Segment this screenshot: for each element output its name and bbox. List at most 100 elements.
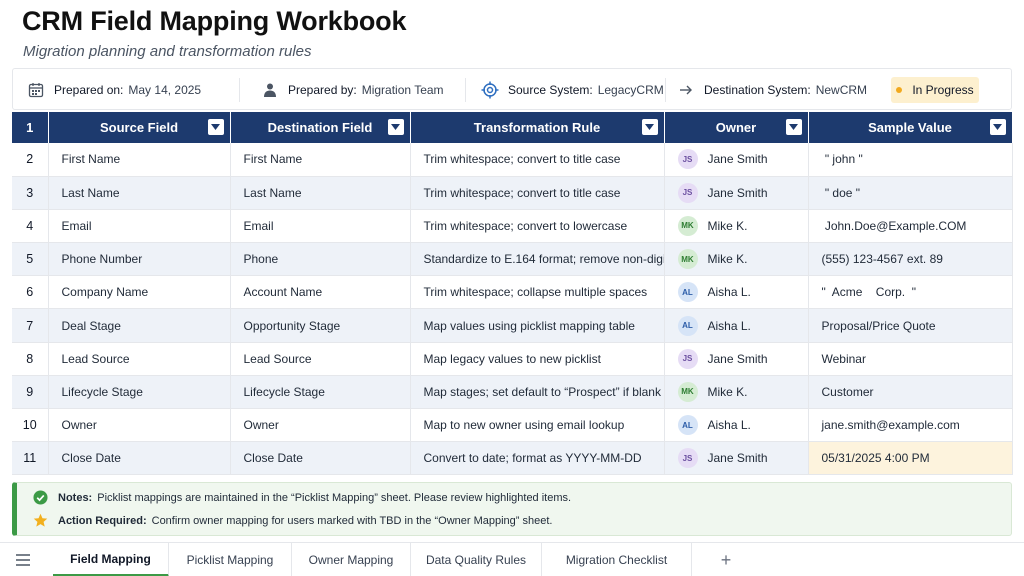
transformation-rule-cell[interactable]: Trim whitespace; convert to title case bbox=[410, 143, 665, 177]
sample-value-cell[interactable]: Webinar bbox=[808, 342, 1013, 376]
destination-field-cell[interactable]: Lifecycle Stage bbox=[230, 375, 411, 410]
destination-field-cell[interactable]: First Name bbox=[230, 143, 411, 177]
row-number[interactable]: 8 bbox=[12, 342, 49, 376]
row-number-text: 6 bbox=[26, 285, 34, 300]
table-header-row: 1 Source Field Destination Field Transfo… bbox=[12, 112, 1013, 143]
sample-value-cell-text: " doe " bbox=[821, 185, 861, 200]
sample-value-cell[interactable]: jane.smith@example.com bbox=[808, 408, 1013, 443]
row-number[interactable]: 3 bbox=[12, 176, 49, 210]
row-number-text: 8 bbox=[26, 351, 34, 366]
add-sheet-button[interactable]: + bbox=[712, 543, 740, 576]
table-row[interactable]: 10 Owner Owner Map to new owner using email… bbox=[12, 408, 1013, 443]
sample-value-cell[interactable]: Proposal/Price Quote bbox=[808, 308, 1013, 343]
sample-value-cell[interactable]: " john " bbox=[808, 143, 1013, 177]
tab-picklist-mapping[interactable]: Picklist Mapping bbox=[169, 543, 292, 576]
table-row[interactable]: 7 Deal Stage Opportunity Stage Map values u… bbox=[12, 308, 1013, 343]
tab-migration-checklist[interactable]: Migration Checklist bbox=[542, 543, 692, 576]
destination-field-cell[interactable]: Email bbox=[230, 209, 411, 244]
row-number[interactable]: 5 bbox=[12, 242, 49, 277]
table-row[interactable]: 4 Email Email Trim whitespace; convert to l… bbox=[12, 209, 1013, 244]
table-row[interactable]: 2 First Name First Name Trim whitespace; co… bbox=[12, 143, 1013, 177]
star-icon bbox=[33, 513, 49, 529]
destination-field-cell[interactable]: Close Date bbox=[230, 441, 411, 476]
column-header-owner[interactable]: Owner bbox=[664, 112, 809, 143]
transformation-rule-cell[interactable]: Map legacy values to new picklist bbox=[410, 342, 665, 376]
row-number[interactable]: 4 bbox=[12, 209, 49, 244]
transformation-rule-cell[interactable]: Trim whitespace; convert to lowercase bbox=[410, 209, 665, 244]
table-row[interactable]: 8 Lead Source Lead Source Map legacy values… bbox=[12, 342, 1013, 376]
owner-cell[interactable]: MK Mike K. bbox=[664, 375, 809, 410]
filter-dropdown-icon[interactable] bbox=[989, 119, 1006, 135]
sample-value-cell[interactable]: (555) 123-4567 ext. 89 bbox=[808, 242, 1013, 277]
source-field-cell[interactable]: First Name bbox=[48, 143, 231, 177]
source-field-cell[interactable]: Phone Number bbox=[48, 242, 231, 277]
transformation-rule-cell[interactable]: Convert to date; format as YYYY-MM-DD bbox=[410, 441, 665, 476]
source-field-cell[interactable]: Email bbox=[48, 209, 231, 244]
destination-field-cell-text: Account Name bbox=[243, 285, 323, 300]
owner-cell[interactable]: AL Aisha L. bbox=[664, 408, 809, 443]
filter-dropdown-icon[interactable] bbox=[785, 119, 802, 135]
owner-cell[interactable]: JS Jane Smith bbox=[664, 342, 809, 376]
filter-dropdown-icon[interactable] bbox=[641, 119, 658, 135]
column-header-destination-field[interactable]: Destination Field bbox=[230, 112, 411, 143]
source-field-cell[interactable]: Last Name bbox=[48, 176, 231, 210]
row-number[interactable]: 9 bbox=[12, 375, 49, 410]
destination-field-cell[interactable]: Last Name bbox=[230, 176, 411, 210]
owner-cell[interactable]: JS Jane Smith bbox=[664, 143, 809, 177]
source-field-cell[interactable]: Owner bbox=[48, 408, 231, 443]
transformation-rule-cell[interactable]: Trim whitespace; collapse multiple space… bbox=[410, 275, 665, 310]
source-field-cell-text: Lifecycle Stage bbox=[61, 384, 143, 399]
table-row[interactable]: 6 Company Name Account Name Trim whitespace… bbox=[12, 275, 1013, 310]
destination-field-cell[interactable]: Lead Source bbox=[230, 342, 411, 376]
sample-value-cell[interactable]: Customer bbox=[808, 375, 1013, 410]
action-required-text: Confirm owner mapping for users marked w… bbox=[151, 515, 553, 527]
filter-dropdown-icon[interactable] bbox=[387, 119, 404, 135]
sample-value-cell[interactable]: John.Doe@Example.COM bbox=[808, 209, 1013, 244]
destination-field-cell[interactable]: Phone bbox=[230, 242, 411, 277]
transformation-rule-cell[interactable]: Trim whitespace; convert to title case bbox=[410, 176, 665, 210]
tab-field-mapping[interactable]: Field Mapping bbox=[53, 543, 169, 576]
source-field-cell[interactable]: Deal Stage bbox=[48, 308, 231, 343]
sample-value-cell[interactable]: " doe " bbox=[808, 176, 1013, 210]
source-system: Source System: LegacyCRM bbox=[481, 69, 664, 111]
owner-cell[interactable]: MK Mike K. bbox=[664, 209, 809, 244]
column-header-sample-value[interactable]: Sample Value bbox=[808, 112, 1013, 143]
owner-cell[interactable]: AL Aisha L. bbox=[664, 308, 809, 343]
owner-name: Jane Smith bbox=[707, 451, 768, 466]
row-number[interactable]: 10 bbox=[12, 408, 49, 443]
table-row[interactable]: 3 Last Name Last Name Trim whitespace; conv… bbox=[12, 176, 1013, 210]
row-number[interactable]: 2 bbox=[12, 143, 49, 177]
transformation-rule-cell[interactable]: Map stages; set default to “Prospect” if… bbox=[410, 375, 665, 410]
row-number[interactable]: 6 bbox=[12, 275, 49, 310]
owner-cell[interactable]: AL Aisha L. bbox=[664, 275, 809, 310]
row-number[interactable]: 7 bbox=[12, 308, 49, 343]
table-row[interactable]: 5 Phone Number Phone Standardize to E.164 f… bbox=[12, 242, 1013, 277]
owner-name: Aisha L. bbox=[707, 418, 751, 433]
owner-cell[interactable]: JS Jane Smith bbox=[664, 176, 809, 210]
hamburger-menu-icon[interactable] bbox=[14, 552, 32, 568]
destination-field-cell[interactable]: Owner bbox=[230, 408, 411, 443]
source-field-cell[interactable]: Company Name bbox=[48, 275, 231, 310]
table-row[interactable]: 9 Lifecycle Stage Lifecycle Stage Map stage… bbox=[12, 375, 1013, 410]
source-field-cell[interactable]: Lead Source bbox=[48, 342, 231, 376]
destination-field-cell[interactable]: Opportunity Stage bbox=[230, 308, 411, 343]
sample-value-cell[interactable]: " Acme Corp. " bbox=[808, 275, 1013, 310]
source-field-cell[interactable]: Close Date bbox=[48, 441, 231, 476]
transformation-rule-cell[interactable]: Map values using picklist mapping table bbox=[410, 308, 665, 343]
destination-field-cell[interactable]: Account Name bbox=[230, 275, 411, 310]
row-number[interactable]: 11 bbox=[12, 441, 49, 476]
destination-field-cell-text: Email bbox=[243, 218, 274, 233]
transformation-rule-cell[interactable]: Map to new owner using email lookup bbox=[410, 408, 665, 443]
source-field-cell[interactable]: Lifecycle Stage bbox=[48, 375, 231, 410]
owner-cell[interactable]: JS Jane Smith bbox=[664, 441, 809, 476]
tab-owner-mapping[interactable]: Owner Mapping bbox=[292, 543, 411, 576]
column-header-transformation-rule[interactable]: Transformation Rule bbox=[410, 112, 665, 143]
sample-value-cell[interactable]: 05/31/2025 4:00 PM bbox=[808, 441, 1013, 476]
filter-dropdown-icon[interactable] bbox=[207, 119, 224, 135]
column-header-source-field[interactable]: Source Field bbox=[48, 112, 231, 143]
transformation-rule-cell[interactable]: Standardize to E.164 format; remove non-… bbox=[410, 242, 665, 277]
avatar: JS bbox=[677, 348, 698, 369]
table-row[interactable]: 11 Close Date Close Date Convert to date; f… bbox=[12, 441, 1013, 476]
tab-data-quality-rules[interactable]: Data Quality Rules bbox=[411, 543, 542, 576]
owner-cell[interactable]: MK Mike K. bbox=[664, 242, 809, 277]
